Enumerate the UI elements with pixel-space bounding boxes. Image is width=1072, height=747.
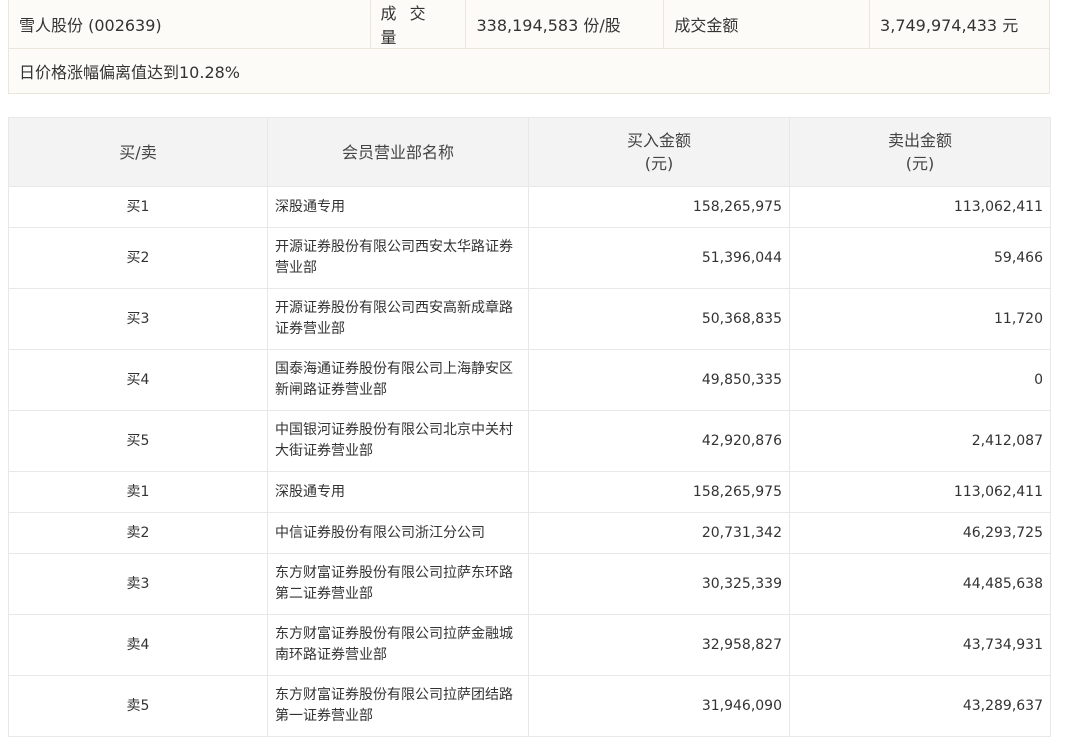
row-buy-amount: 158,265,975 bbox=[528, 471, 790, 513]
row-sell-amount: 43,734,931 bbox=[789, 614, 1051, 676]
row-sell-amount: 11,720 bbox=[789, 288, 1051, 350]
row-buy-amount: 51,396,044 bbox=[528, 227, 790, 289]
row-member-name-text: 东方财富证券股份有限公司拉萨金融城南环路证券营业部 bbox=[275, 626, 513, 663]
row-direction: 卖1 bbox=[8, 471, 268, 513]
row-direction: 买4 bbox=[8, 349, 268, 411]
stock-name: 雪人股份 (002639) bbox=[8, 0, 371, 49]
row-buy-amount: 42,920,876 bbox=[528, 410, 790, 472]
table-row: 买2 开源证券股份有限公司西安太华路证券营业部 51,396,044 59,466 bbox=[8, 227, 1051, 289]
row-direction: 卖4 bbox=[8, 614, 268, 676]
row-member-name-text: 深股通专用 bbox=[275, 198, 345, 215]
header-buy-amount-label: 买入金额 (元) bbox=[626, 131, 691, 173]
row-direction: 卖5 bbox=[8, 675, 268, 737]
listing-reason: 日价格涨幅偏离值达到10.28% bbox=[8, 48, 1050, 94]
table-row: 卖3 东方财富证券股份有限公司拉萨东环路第二证券营业部 30,325,339 44,4… bbox=[8, 553, 1051, 615]
row-member-name: 国泰海通证券股份有限公司上海静安区新闸路证券营业部 bbox=[267, 349, 529, 411]
row-direction: 买2 bbox=[8, 227, 268, 289]
header-buy-amount: 买入金额 (元) bbox=[528, 117, 790, 187]
row-sell-amount: 43,289,637 bbox=[789, 675, 1051, 737]
row-member-name: 开源证券股份有限公司西安太华路证券营业部 bbox=[267, 227, 529, 289]
amount-label: 成交金额 bbox=[663, 0, 871, 49]
volume-label: 成 交 量 bbox=[369, 0, 467, 49]
summary-table: 雪人股份 (002639) 成 交 量 338,194,583 份/股 成交金额… bbox=[8, 0, 1050, 94]
table-row: 买3 开源证券股份有限公司西安高新成章路证券营业部 50,368,835 11,720 bbox=[8, 288, 1051, 350]
summary-row: 雪人股份 (002639) 成 交 量 338,194,583 份/股 成交金额… bbox=[8, 0, 1050, 49]
row-buy-amount: 49,850,335 bbox=[528, 349, 790, 411]
row-member-name: 东方财富证券股份有限公司拉萨金融城南环路证券营业部 bbox=[267, 614, 529, 676]
row-member-name-text: 深股通专用 bbox=[275, 483, 345, 500]
row-direction: 卖2 bbox=[8, 512, 268, 554]
row-member-name: 中信证券股份有限公司浙江分公司 bbox=[267, 512, 529, 554]
row-sell-amount: 0 bbox=[789, 349, 1051, 411]
row-direction: 卖3 bbox=[8, 553, 268, 615]
table-row: 卖5 东方财富证券股份有限公司拉萨团结路第一证券营业部 31,946,090 43,2… bbox=[8, 675, 1051, 737]
table-row: 卖4 东方财富证券股份有限公司拉萨金融城南环路证券营业部 32,958,827 43,… bbox=[8, 614, 1051, 676]
row-member-name: 东方财富证券股份有限公司拉萨东环路第二证券营业部 bbox=[267, 553, 529, 615]
row-member-name: 深股通专用 bbox=[267, 471, 529, 513]
row-sell-amount: 59,466 bbox=[789, 227, 1051, 289]
row-member-name-text: 开源证券股份有限公司西安高新成章路证券营业部 bbox=[275, 300, 513, 337]
row-member-name-text: 国泰海通证券股份有限公司上海静安区新闸路证券营业部 bbox=[275, 361, 513, 398]
row-sell-amount: 44,485,638 bbox=[789, 553, 1051, 615]
row-member-name: 深股通专用 bbox=[267, 186, 529, 228]
amount-value: 3,749,974,433 元 bbox=[869, 0, 1050, 49]
table-row: 买5 中国银河证券股份有限公司北京中关村大街证券营业部 42,920,876 2,41… bbox=[8, 410, 1051, 472]
header-member: 会员营业部名称 bbox=[267, 117, 529, 187]
row-buy-amount: 158,265,975 bbox=[528, 186, 790, 228]
row-member-name: 开源证券股份有限公司西安高新成章路证券营业部 bbox=[267, 288, 529, 350]
row-sell-amount: 113,062,411 bbox=[789, 471, 1051, 513]
table-body: 买1 深股通专用 158,265,975 113,062,411 买2 开源证券股份有限公… bbox=[8, 186, 1051, 737]
row-buy-amount: 30,325,339 bbox=[528, 553, 790, 615]
header-sell-amount: 卖出金额 (元) bbox=[789, 117, 1051, 187]
table-row: 买1 深股通专用 158,265,975 113,062,411 bbox=[8, 186, 1051, 228]
row-direction: 买3 bbox=[8, 288, 268, 350]
row-member-name-text: 东方财富证券股份有限公司拉萨东环路第二证券营业部 bbox=[275, 565, 513, 602]
row-member-name-text: 东方财富证券股份有限公司拉萨团结路第一证券营业部 bbox=[275, 687, 513, 724]
table-row: 卖1 深股通专用 158,265,975 113,062,411 bbox=[8, 471, 1051, 513]
reason-row: 日价格涨幅偏离值达到10.28% bbox=[8, 48, 1050, 94]
table-header-row: 买/卖 会员营业部名称 买入金额 (元) 卖出金额 (元) bbox=[8, 117, 1051, 187]
header-sell-amount-label: 卖出金额 (元) bbox=[887, 131, 952, 173]
row-member-name-text: 中信证券股份有限公司浙江分公司 bbox=[275, 524, 485, 541]
row-member-name: 东方财富证券股份有限公司拉萨团结路第一证券营业部 bbox=[267, 675, 529, 737]
row-buy-amount: 32,958,827 bbox=[528, 614, 790, 676]
row-buy-amount: 20,731,342 bbox=[528, 512, 790, 554]
row-sell-amount: 113,062,411 bbox=[789, 186, 1051, 228]
trading-detail-table: 买/卖 会员营业部名称 买入金额 (元) 卖出金额 (元) 买1 深股通专用 158,2… bbox=[8, 117, 1051, 737]
row-sell-amount: 46,293,725 bbox=[789, 512, 1051, 554]
row-direction: 买1 bbox=[8, 186, 268, 228]
row-buy-amount: 31,946,090 bbox=[528, 675, 790, 737]
row-member-name-text: 中国银河证券股份有限公司北京中关村大街证券营业部 bbox=[275, 422, 513, 459]
row-direction: 买5 bbox=[8, 410, 268, 472]
header-direction: 买/卖 bbox=[8, 117, 268, 187]
table-row: 买4 国泰海通证券股份有限公司上海静安区新闸路证券营业部 49,850,335 0 bbox=[8, 349, 1051, 411]
row-member-name-text: 开源证券股份有限公司西安太华路证券营业部 bbox=[275, 239, 513, 276]
row-buy-amount: 50,368,835 bbox=[528, 288, 790, 350]
volume-value: 338,194,583 份/股 bbox=[465, 0, 665, 49]
row-sell-amount: 2,412,087 bbox=[789, 410, 1051, 472]
row-member-name: 中国银河证券股份有限公司北京中关村大街证券营业部 bbox=[267, 410, 529, 472]
table-row: 卖2 中信证券股份有限公司浙江分公司 20,731,342 46,293,725 bbox=[8, 512, 1051, 554]
